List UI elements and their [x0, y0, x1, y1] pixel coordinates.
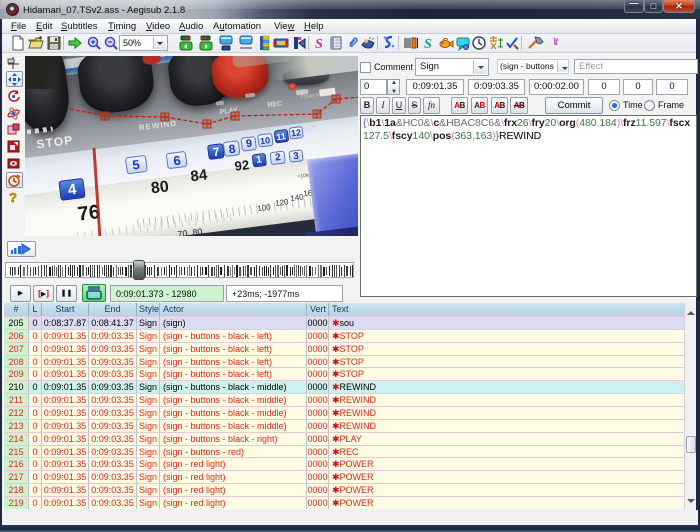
- svg-text:?: ?: [9, 190, 17, 204]
- svg-text:S: S: [424, 37, 432, 51]
- svg-text:S: S: [315, 37, 323, 51]
